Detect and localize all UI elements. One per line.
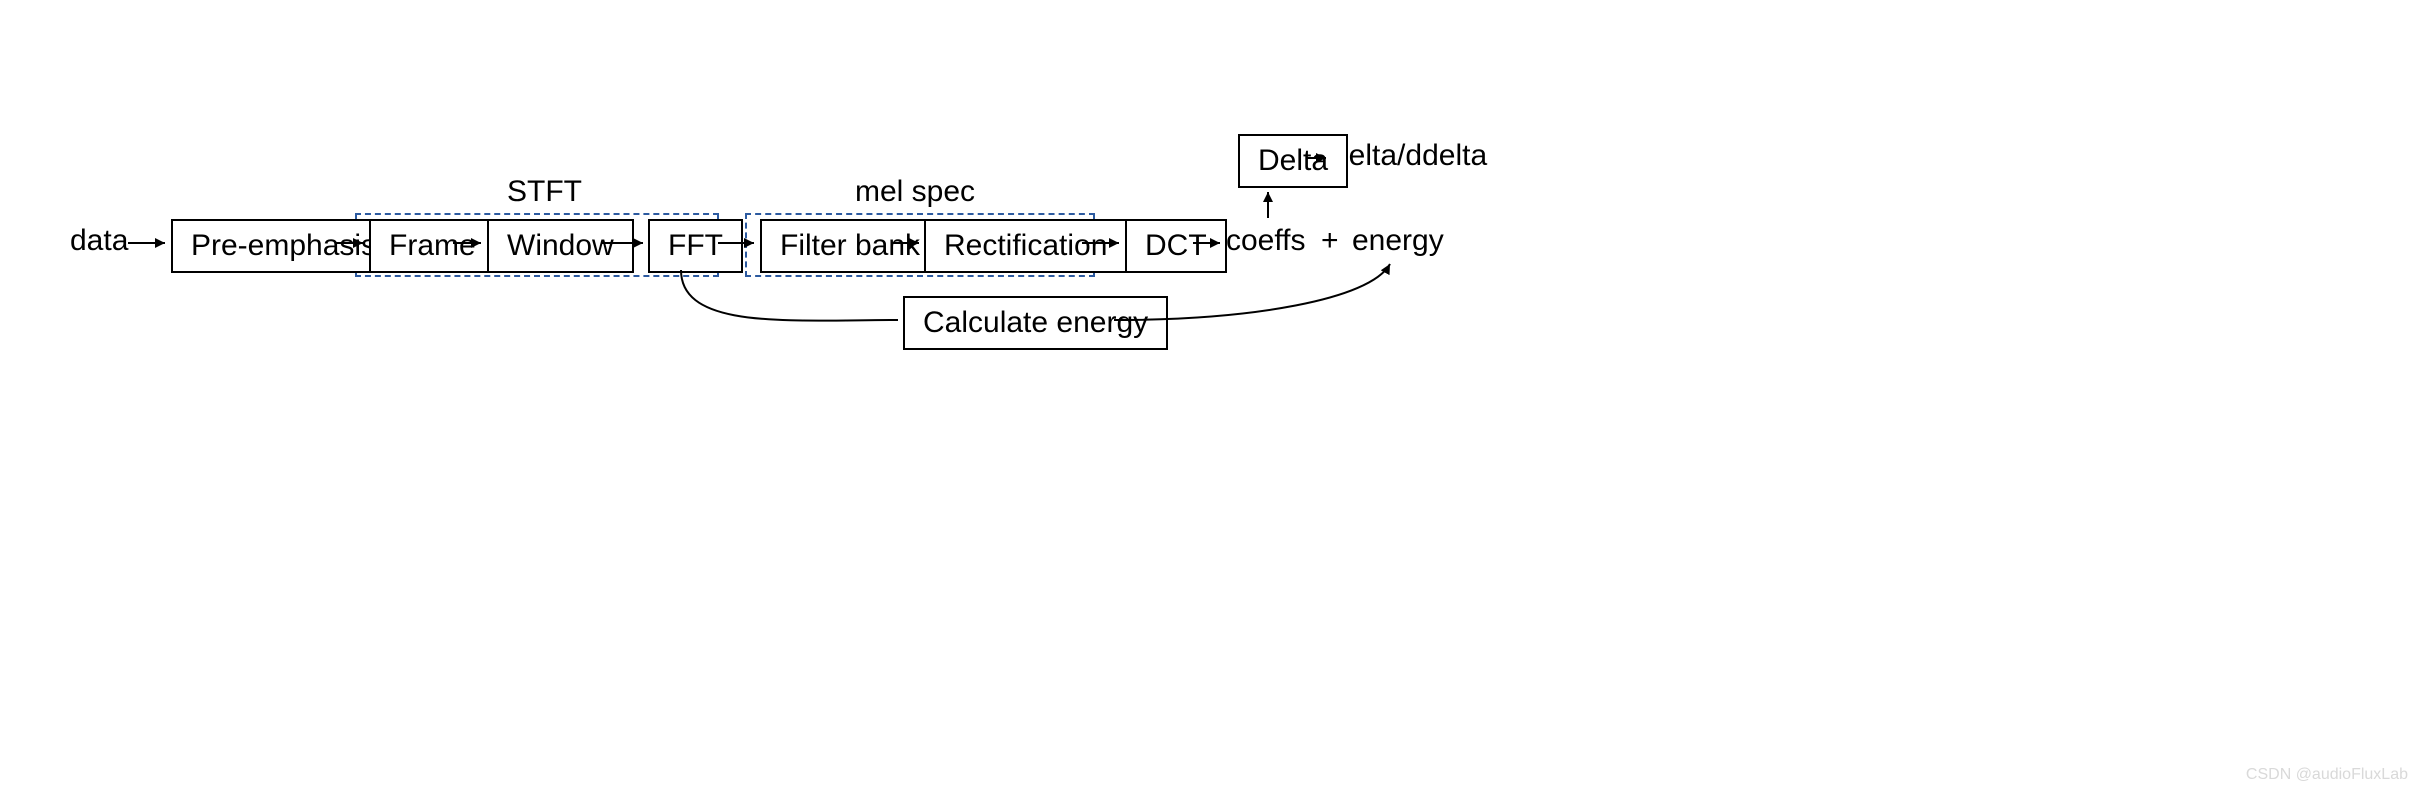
curve-energy-to-energy-label: [1114, 264, 1390, 320]
curve-fft-to-energy: [681, 270, 898, 321]
watermark: CSDN @audioFluxLab: [2246, 766, 2408, 784]
arrows-layer: [0, 0, 2418, 790]
arrow-icon: [128, 158, 1326, 243]
